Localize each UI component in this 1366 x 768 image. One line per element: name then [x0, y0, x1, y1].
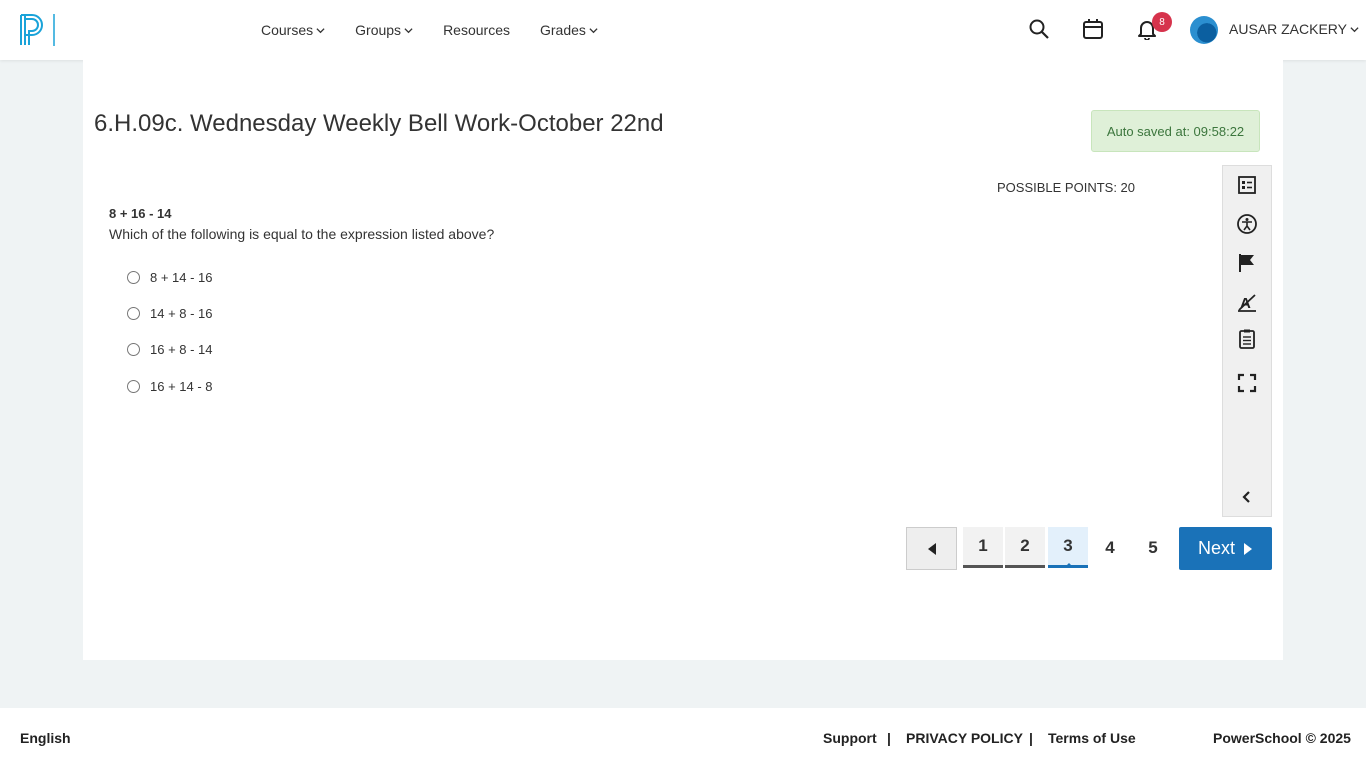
radio-button[interactable]	[127, 307, 140, 320]
notepad-icon[interactable]	[1236, 328, 1258, 350]
answer-option-label: 14 + 8 - 16	[150, 306, 213, 321]
nav-courses-label: Courses	[261, 22, 314, 38]
previous-button[interactable]	[906, 527, 957, 570]
answer-option[interactable]: 16 + 8 - 14	[127, 342, 213, 357]
chevron-down-icon	[404, 27, 413, 33]
page-title: 6.H.09c. Wednesday Weekly Bell Work-Octo…	[94, 110, 664, 137]
radio-button[interactable]	[127, 343, 140, 356]
notification-badge: 8	[1152, 12, 1172, 32]
radio-button[interactable]	[127, 271, 140, 284]
chevron-down-icon	[589, 27, 598, 33]
next-button[interactable]: Next	[1179, 527, 1272, 570]
avatar[interactable]	[1190, 16, 1218, 44]
search-icon[interactable]	[1028, 18, 1050, 40]
flag-icon[interactable]	[1236, 252, 1258, 274]
main-nav: Courses Groups Resources Grades	[261, 0, 628, 60]
nav-grades[interactable]: Grades	[540, 22, 598, 38]
answer-option-label: 8 + 14 - 16	[150, 270, 213, 285]
chevron-down-icon	[1350, 26, 1359, 32]
assessment-toolbar: A	[1222, 165, 1272, 517]
footer-separator: |	[1029, 730, 1033, 746]
question-list-icon[interactable]	[1236, 174, 1258, 196]
fullscreen-icon[interactable]	[1236, 372, 1258, 394]
answer-option[interactable]: 16 + 14 - 8	[127, 379, 213, 394]
nav-groups-label: Groups	[355, 22, 402, 38]
caret-right-icon	[1244, 542, 1252, 555]
page-3-button[interactable]: 3	[1048, 527, 1088, 568]
page-2-button[interactable]: 2	[1005, 527, 1045, 568]
calendar-icon[interactable]	[1082, 18, 1104, 40]
powerschool-logo[interactable]	[18, 12, 58, 48]
next-button-label: Next	[1197, 538, 1235, 558]
user-name: AUSAR ZACKERY	[1229, 21, 1347, 37]
answer-option-label: 16 + 14 - 8	[150, 379, 213, 394]
page-1-button[interactable]: 1	[963, 527, 1003, 568]
copyright: PowerSchool © 2025	[1213, 730, 1351, 746]
nav-groups[interactable]: Groups	[355, 22, 413, 38]
top-navigation-bar: Courses Groups Resources Grades 8 AUSAR …	[0, 0, 1366, 60]
question-expression: 8 + 16 - 14	[109, 206, 172, 221]
accessibility-icon[interactable]	[1236, 213, 1258, 235]
question-text: Which of the following is equal to the e…	[109, 226, 495, 242]
nav-courses[interactable]: Courses	[261, 22, 325, 38]
radio-button[interactable]	[127, 380, 140, 393]
answer-option[interactable]: 8 + 14 - 16	[127, 270, 213, 285]
nav-resources-label: Resources	[443, 22, 510, 38]
nav-resources[interactable]: Resources	[443, 22, 510, 38]
language-selector[interactable]: English	[20, 730, 71, 746]
collapse-chevron-icon[interactable]	[1236, 486, 1258, 508]
footer-separator: |	[887, 730, 891, 746]
possible-points: POSSIBLE POINTS: 20	[997, 180, 1135, 195]
footer: English Support | PRIVACY POLICY | Terms…	[0, 708, 1366, 768]
caret-left-icon	[927, 542, 936, 555]
nav-grades-label: Grades	[539, 22, 586, 38]
eliminator-icon[interactable]: A	[1236, 291, 1258, 313]
answer-option-label: 16 + 8 - 14	[150, 342, 213, 357]
answer-option[interactable]: 14 + 8 - 16	[127, 306, 213, 321]
privacy-policy-link[interactable]: PRIVACY POLICY	[906, 730, 1023, 746]
support-link[interactable]: Support	[823, 730, 877, 746]
page-5-button[interactable]: 5	[1133, 527, 1173, 568]
page-4-button[interactable]: 4	[1090, 527, 1130, 568]
autosave-status: Auto saved at: 09:58:22	[1091, 110, 1260, 152]
chevron-down-icon	[316, 27, 325, 33]
user-menu[interactable]: AUSAR ZACKERY	[1229, 21, 1359, 37]
terms-of-use-link[interactable]: Terms of Use	[1048, 730, 1136, 746]
